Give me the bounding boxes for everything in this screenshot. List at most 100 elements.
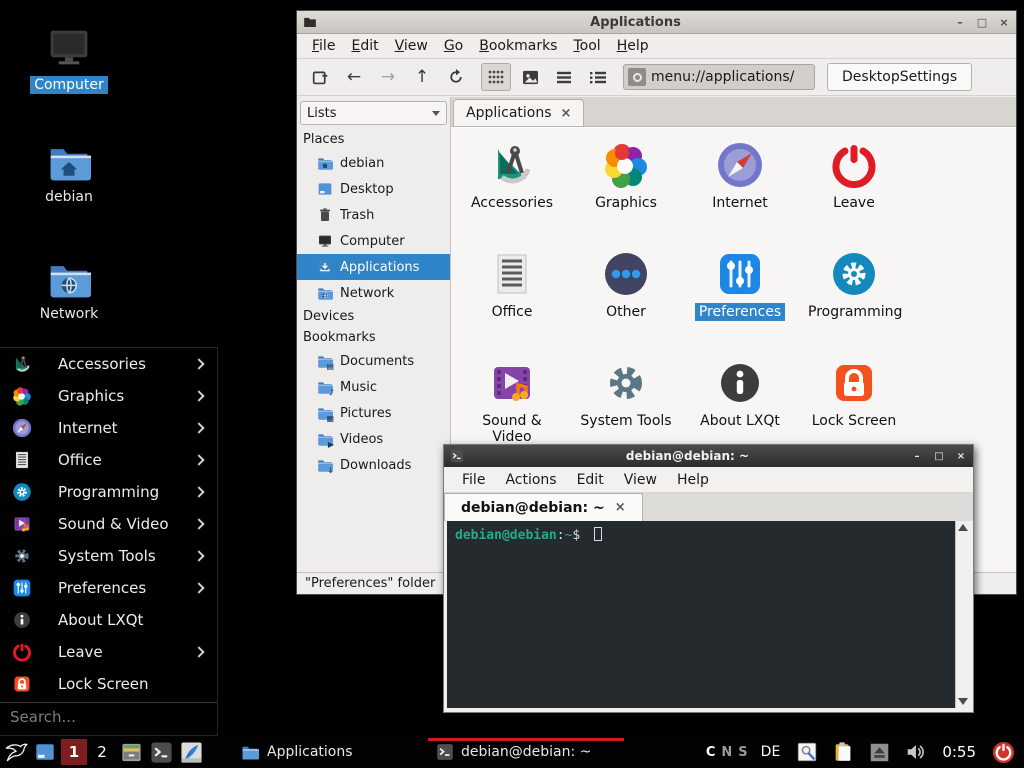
sidebar-item-documents[interactable]: ▤ Documents <box>297 348 450 374</box>
scroll-up-icon[interactable] <box>958 524 968 531</box>
tab-label: Applications <box>466 105 552 121</box>
tab-close-icon[interactable]: × <box>561 106 572 121</box>
desktop-settings-button[interactable]: DesktopSettings <box>827 63 972 91</box>
category-accessories[interactable]: Accessories <box>455 134 569 243</box>
reload-icon[interactable] <box>441 63 471 91</box>
category-office[interactable]: Office <box>455 243 569 352</box>
sidebar-item-downloads[interactable]: ↓ Downloads <box>297 452 450 478</box>
menu-file[interactable]: File <box>305 36 342 56</box>
about-lxqt-icon <box>12 610 32 630</box>
menu-tool[interactable]: Tool <box>566 36 607 56</box>
sidebar-item-network[interactable]: Network <box>297 280 450 306</box>
menu-file[interactable]: File <box>454 470 493 490</box>
terminal-titlebar[interactable]: debian@debian: ~ – □ × <box>444 445 973 467</box>
detailed-list-view-icon[interactable] <box>583 63 613 91</box>
keyboard-layout[interactable]: DE <box>761 744 781 760</box>
maximize-button[interactable]: □ <box>933 451 945 462</box>
scroll-down-icon[interactable] <box>958 698 968 705</box>
clock[interactable]: 0:55 <box>942 743 976 761</box>
workspace-1-button[interactable]: 1 <box>61 739 87 765</box>
desktop-icon-debian[interactable]: debian <box>24 140 114 206</box>
workspace-2-button[interactable]: 2 <box>89 739 115 765</box>
compact-view-icon[interactable] <box>549 63 579 91</box>
sidebar-item-desktop[interactable]: Desktop <box>297 176 450 202</box>
quicklaunch-featherpad-button[interactable] <box>176 737 206 767</box>
sidebar-item-music[interactable]: ♪ Music <box>297 374 450 400</box>
prompt-user: debian@debian <box>455 528 557 543</box>
terminal-scrollbar[interactable] <box>955 521 970 708</box>
icon-view-icon[interactable] <box>481 63 511 91</box>
category-internet[interactable]: Internet <box>683 134 797 243</box>
menu-actions[interactable]: Actions <box>497 470 564 490</box>
app-menu-item-programming[interactable]: Programming <box>0 476 217 508</box>
desktop-icon-label: debian <box>41 188 97 206</box>
app-menu-item-sound-video[interactable]: Sound & Video <box>0 508 217 540</box>
sidebar-item-debian[interactable]: debian <box>297 150 450 176</box>
sidebar-item-videos[interactable]: ▶ Videos <box>297 426 450 452</box>
app-menu-item-internet[interactable]: Internet <box>0 412 217 444</box>
main-menu-button[interactable] <box>0 737 30 767</box>
search-input[interactable]: Search... <box>0 703 217 731</box>
minimize-button[interactable]: – <box>911 451 923 462</box>
clipboard-tray-icon[interactable] <box>828 737 858 767</box>
desktop-icon-computer[interactable]: Computer <box>24 22 114 94</box>
app-menu-item-system-tools[interactable]: System Tools <box>0 540 217 572</box>
maximize-button[interactable]: □ <box>976 16 988 29</box>
menu-edit[interactable]: Edit <box>344 36 385 56</box>
menu-go[interactable]: Go <box>437 36 470 56</box>
sidebar-item-label: Desktop <box>340 182 394 197</box>
app-menu-item-graphics[interactable]: Graphics <box>0 380 217 412</box>
app-menu-item-about-lxqt[interactable]: About LXQt <box>0 604 217 636</box>
close-button[interactable]: × <box>955 451 967 462</box>
menu-help[interactable]: Help <box>669 470 717 490</box>
file-manager-icon <box>120 741 143 764</box>
close-button[interactable]: × <box>998 16 1010 29</box>
terminal-icon <box>450 449 464 463</box>
category-programming[interactable]: Programming <box>797 243 911 352</box>
minimize-button[interactable]: – <box>954 16 966 29</box>
menu-edit[interactable]: Edit <box>569 470 612 490</box>
terminal-tab[interactable]: debian@debian: ~ × <box>444 493 643 521</box>
app-menu-item-preferences[interactable]: Preferences <box>0 572 217 604</box>
app-menu-item-office[interactable]: Office <box>0 444 217 476</box>
menu-view[interactable]: View <box>388 36 435 56</box>
forward-icon[interactable]: → <box>373 63 403 91</box>
up-icon[interactable]: ↑ <box>407 63 437 91</box>
bookmarks-header: Bookmarks <box>297 327 450 348</box>
terminal-viewport[interactable]: debian@debian:~$ <box>447 521 970 708</box>
back-icon[interactable]: ← <box>339 63 369 91</box>
thumbnail-view-icon[interactable] <box>515 63 545 91</box>
volume-tray-icon[interactable] <box>900 737 930 767</box>
tab-close-icon[interactable]: × <box>615 500 626 515</box>
task-applications[interactable]: Applications <box>232 737 428 767</box>
desktop-icon-network[interactable]: Network <box>24 257 114 323</box>
removable-media-tray-icon[interactable] <box>864 737 894 767</box>
sidebar-item-pictures[interactable]: ▦ Pictures <box>297 400 450 426</box>
fm-titlebar[interactable]: Applications – □ × <box>297 11 1016 34</box>
category-other[interactable]: Other <box>569 243 683 352</box>
devices-header: Devices <box>297 306 450 327</box>
category-preferences[interactable]: Preferences <box>683 243 797 352</box>
menu-view[interactable]: View <box>616 470 665 490</box>
task-terminal[interactable]: debian@debian: ~ <box>428 737 624 767</box>
quicklaunch-terminal-button[interactable] <box>146 737 176 767</box>
menu-bookmarks[interactable]: Bookmarks <box>472 36 564 56</box>
power-button[interactable] <box>988 737 1018 767</box>
category-graphics[interactable]: Graphics <box>569 134 683 243</box>
path-bar[interactable]: menu://applications/ <box>623 64 815 90</box>
quicklaunch-file-manager-button[interactable] <box>116 737 146 767</box>
category-leave[interactable]: Leave <box>797 134 911 243</box>
app-menu-item-lock-screen[interactable]: Lock Screen <box>0 668 217 700</box>
screenshot-tray-icon[interactable] <box>792 737 822 767</box>
lists-dropdown[interactable]: Lists <box>300 101 447 125</box>
app-menu-item-accessories[interactable]: Accessories <box>0 348 217 380</box>
show-desktop-button[interactable] <box>30 737 60 767</box>
category-label: Leave <box>829 194 879 212</box>
sidebar-item-trash[interactable]: Trash <box>297 202 450 228</box>
app-menu-item-leave[interactable]: Leave <box>0 636 217 668</box>
tab-applications[interactable]: Applications × <box>453 99 584 126</box>
sidebar-item-applications[interactable]: Applications <box>297 254 450 280</box>
menu-help[interactable]: Help <box>610 36 656 56</box>
new-tab-icon[interactable] <box>305 63 335 91</box>
sidebar-item-computer[interactable]: Computer <box>297 228 450 254</box>
